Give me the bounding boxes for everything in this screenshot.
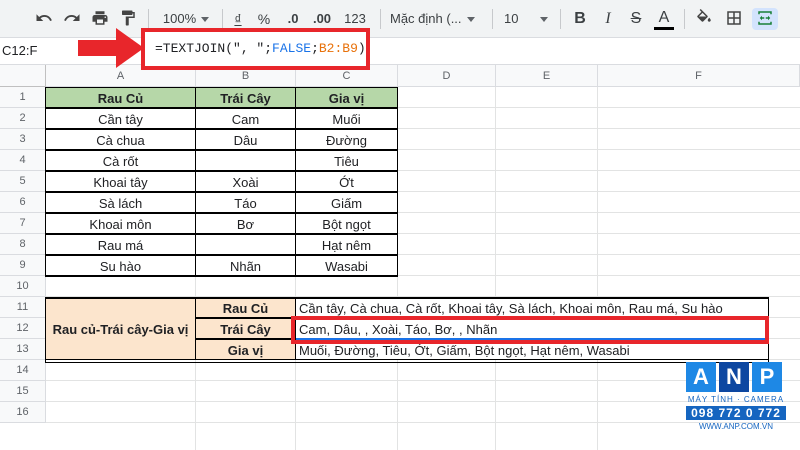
table-cell[interactable]: Ớt — [295, 171, 398, 192]
table-header-cell[interactable]: Gia vị — [295, 87, 398, 108]
table-cell[interactable]: Cà chua — [45, 129, 196, 150]
chevron-down-icon — [466, 17, 475, 23]
increase-decimal-button[interactable]: .00 — [308, 8, 336, 30]
table-cell[interactable] — [195, 234, 296, 255]
summary-name-cell[interactable]: Gia vị — [195, 339, 296, 360]
row-header[interactable]: 8 — [0, 234, 46, 255]
redo-icon[interactable] — [60, 8, 84, 30]
table-cell[interactable]: Xoài — [195, 171, 296, 192]
undo-icon[interactable] — [32, 8, 56, 30]
table-header-cell[interactable]: Trái Cây — [195, 87, 296, 108]
row-header[interactable]: 5 — [0, 171, 46, 192]
row-header[interactable]: 2 — [0, 108, 46, 129]
table-cell[interactable] — [195, 150, 296, 171]
summary-value-cell[interactable]: Cam, Dâu, , Xoài, Táo, Bơ, , Nhãn — [295, 318, 769, 339]
logo-letter: P — [752, 362, 782, 392]
table-cell[interactable]: Bơ — [195, 213, 296, 234]
row-header[interactable]: 16 — [0, 402, 46, 423]
table-cell[interactable]: Bột ngọt — [295, 213, 398, 234]
print-icon[interactable] — [88, 8, 112, 30]
row-header[interactable]: 13 — [0, 339, 46, 360]
logo-tagline: MÁY TÍNH · CAMERA — [687, 395, 785, 404]
decrease-decimal-button[interactable]: .0 — [280, 8, 306, 30]
fill-color-icon[interactable] — [692, 8, 716, 30]
table-cell[interactable]: Khoai môn — [45, 213, 196, 234]
select-all-corner[interactable] — [0, 65, 46, 87]
row-header[interactable]: 12 — [0, 318, 46, 339]
more-formats-label: 123 — [344, 11, 366, 26]
selection-underline — [296, 338, 766, 340]
red-arrow-icon — [78, 28, 144, 68]
table-cell[interactable]: Dâu — [195, 129, 296, 150]
table-header-cell[interactable]: Rau Củ — [45, 87, 196, 108]
logo-letter: A — [686, 362, 716, 392]
column-header-d[interactable]: D — [398, 65, 496, 87]
formula-input[interactable]: =TEXTJOIN(", ";FALSE;B2:B9) — [141, 28, 370, 70]
formula-range: B2:B9 — [318, 41, 358, 56]
formula-sep: ; — [311, 41, 319, 56]
row-header[interactable]: 10 — [0, 276, 46, 297]
formula-delimiter: ", " — [233, 41, 265, 56]
formula-bool: FALSE — [272, 41, 312, 56]
strikethrough-button[interactable]: S — [626, 8, 646, 30]
summary-label-cell[interactable]: Rau củ-Trái cây-Gia vị — [45, 297, 196, 360]
table-cell[interactable]: Su hào — [45, 255, 196, 276]
row-header[interactable]: 4 — [0, 150, 46, 171]
table-cell[interactable]: Khoai tây — [45, 171, 196, 192]
table-cell[interactable]: Tiêu — [295, 150, 398, 171]
logo-phone: 098 772 0 772 — [686, 406, 786, 420]
column-header-f[interactable]: F — [598, 65, 800, 87]
row-header[interactable]: 9 — [0, 255, 46, 276]
formula-func: =TEXTJOIN( — [155, 41, 234, 56]
font-size-select[interactable]: 10 — [498, 8, 558, 30]
formula-sep: ; — [264, 41, 273, 56]
row-header[interactable]: 3 — [0, 129, 46, 150]
table-cell[interactable]: Cần tây — [45, 108, 196, 129]
summary-name-cell[interactable]: Trái Cây — [195, 318, 296, 339]
column-header-e[interactable]: E — [496, 65, 598, 87]
borders-icon[interactable] — [722, 8, 746, 30]
table-cell[interactable]: Muối — [295, 108, 398, 129]
italic-button[interactable]: I — [598, 8, 618, 30]
name-box[interactable]: C12:F — [2, 43, 37, 58]
row-header[interactable]: 11 — [0, 297, 46, 318]
table-cell[interactable]: Cam — [195, 108, 296, 129]
table-cell[interactable]: Đường — [295, 129, 398, 150]
font-name: Mặc định (... — [390, 11, 462, 26]
row-header[interactable]: 15 — [0, 381, 46, 402]
bold-button[interactable]: B — [570, 8, 590, 30]
table-cell[interactable]: Rau má — [45, 234, 196, 255]
table-cell[interactable]: Nhãn — [195, 255, 296, 276]
formula-close: ) — [357, 41, 366, 56]
summary-name-cell[interactable]: Rau Củ — [195, 297, 296, 318]
zoom-value: 100% — [162, 11, 197, 26]
row-header[interactable]: 7 — [0, 213, 46, 234]
paint-format-icon[interactable] — [116, 8, 140, 30]
table-cell[interactable]: Cà rốt — [45, 150, 196, 171]
anp-logo: A N P MÁY TÍNH · CAMERA 098 772 0 772 WW… — [686, 362, 786, 431]
chevron-down-icon — [201, 17, 210, 23]
summary-value-cell[interactable]: Cần tây, Cà chua, Cà rốt, Khoai tây, Sà … — [295, 297, 769, 318]
zoom-select[interactable]: 100% — [156, 8, 216, 30]
summary-value-cell[interactable]: Muối, Đường, Tiêu, Ớt, Giấm, Bột ngọt, H… — [295, 339, 769, 360]
text-color-button[interactable]: A — [654, 8, 674, 30]
table-cell[interactable]: Sà lách — [45, 192, 196, 213]
table-cell[interactable]: Wasabi — [295, 255, 398, 276]
table-cell[interactable]: Giấm — [295, 192, 398, 213]
row-header[interactable]: 14 — [0, 360, 46, 381]
table-cell[interactable]: Hạt nêm — [295, 234, 398, 255]
merge-cells-icon[interactable] — [752, 8, 778, 30]
percent-button[interactable]: % — [254, 8, 274, 30]
chevron-down-icon — [540, 17, 549, 23]
logo-website: WWW.ANP.COM.VN — [698, 422, 774, 431]
currency-button[interactable]: ₫ — [228, 8, 248, 30]
table-cell[interactable]: Táo — [195, 192, 296, 213]
font-size-value: 10 — [504, 11, 519, 26]
logo-letter: N — [719, 362, 749, 392]
row-header[interactable]: 6 — [0, 192, 46, 213]
row-header[interactable]: 1 — [0, 87, 46, 108]
more-formats-button[interactable]: 123 — [338, 8, 372, 45]
font-select[interactable]: Mặc định (... — [390, 8, 486, 30]
